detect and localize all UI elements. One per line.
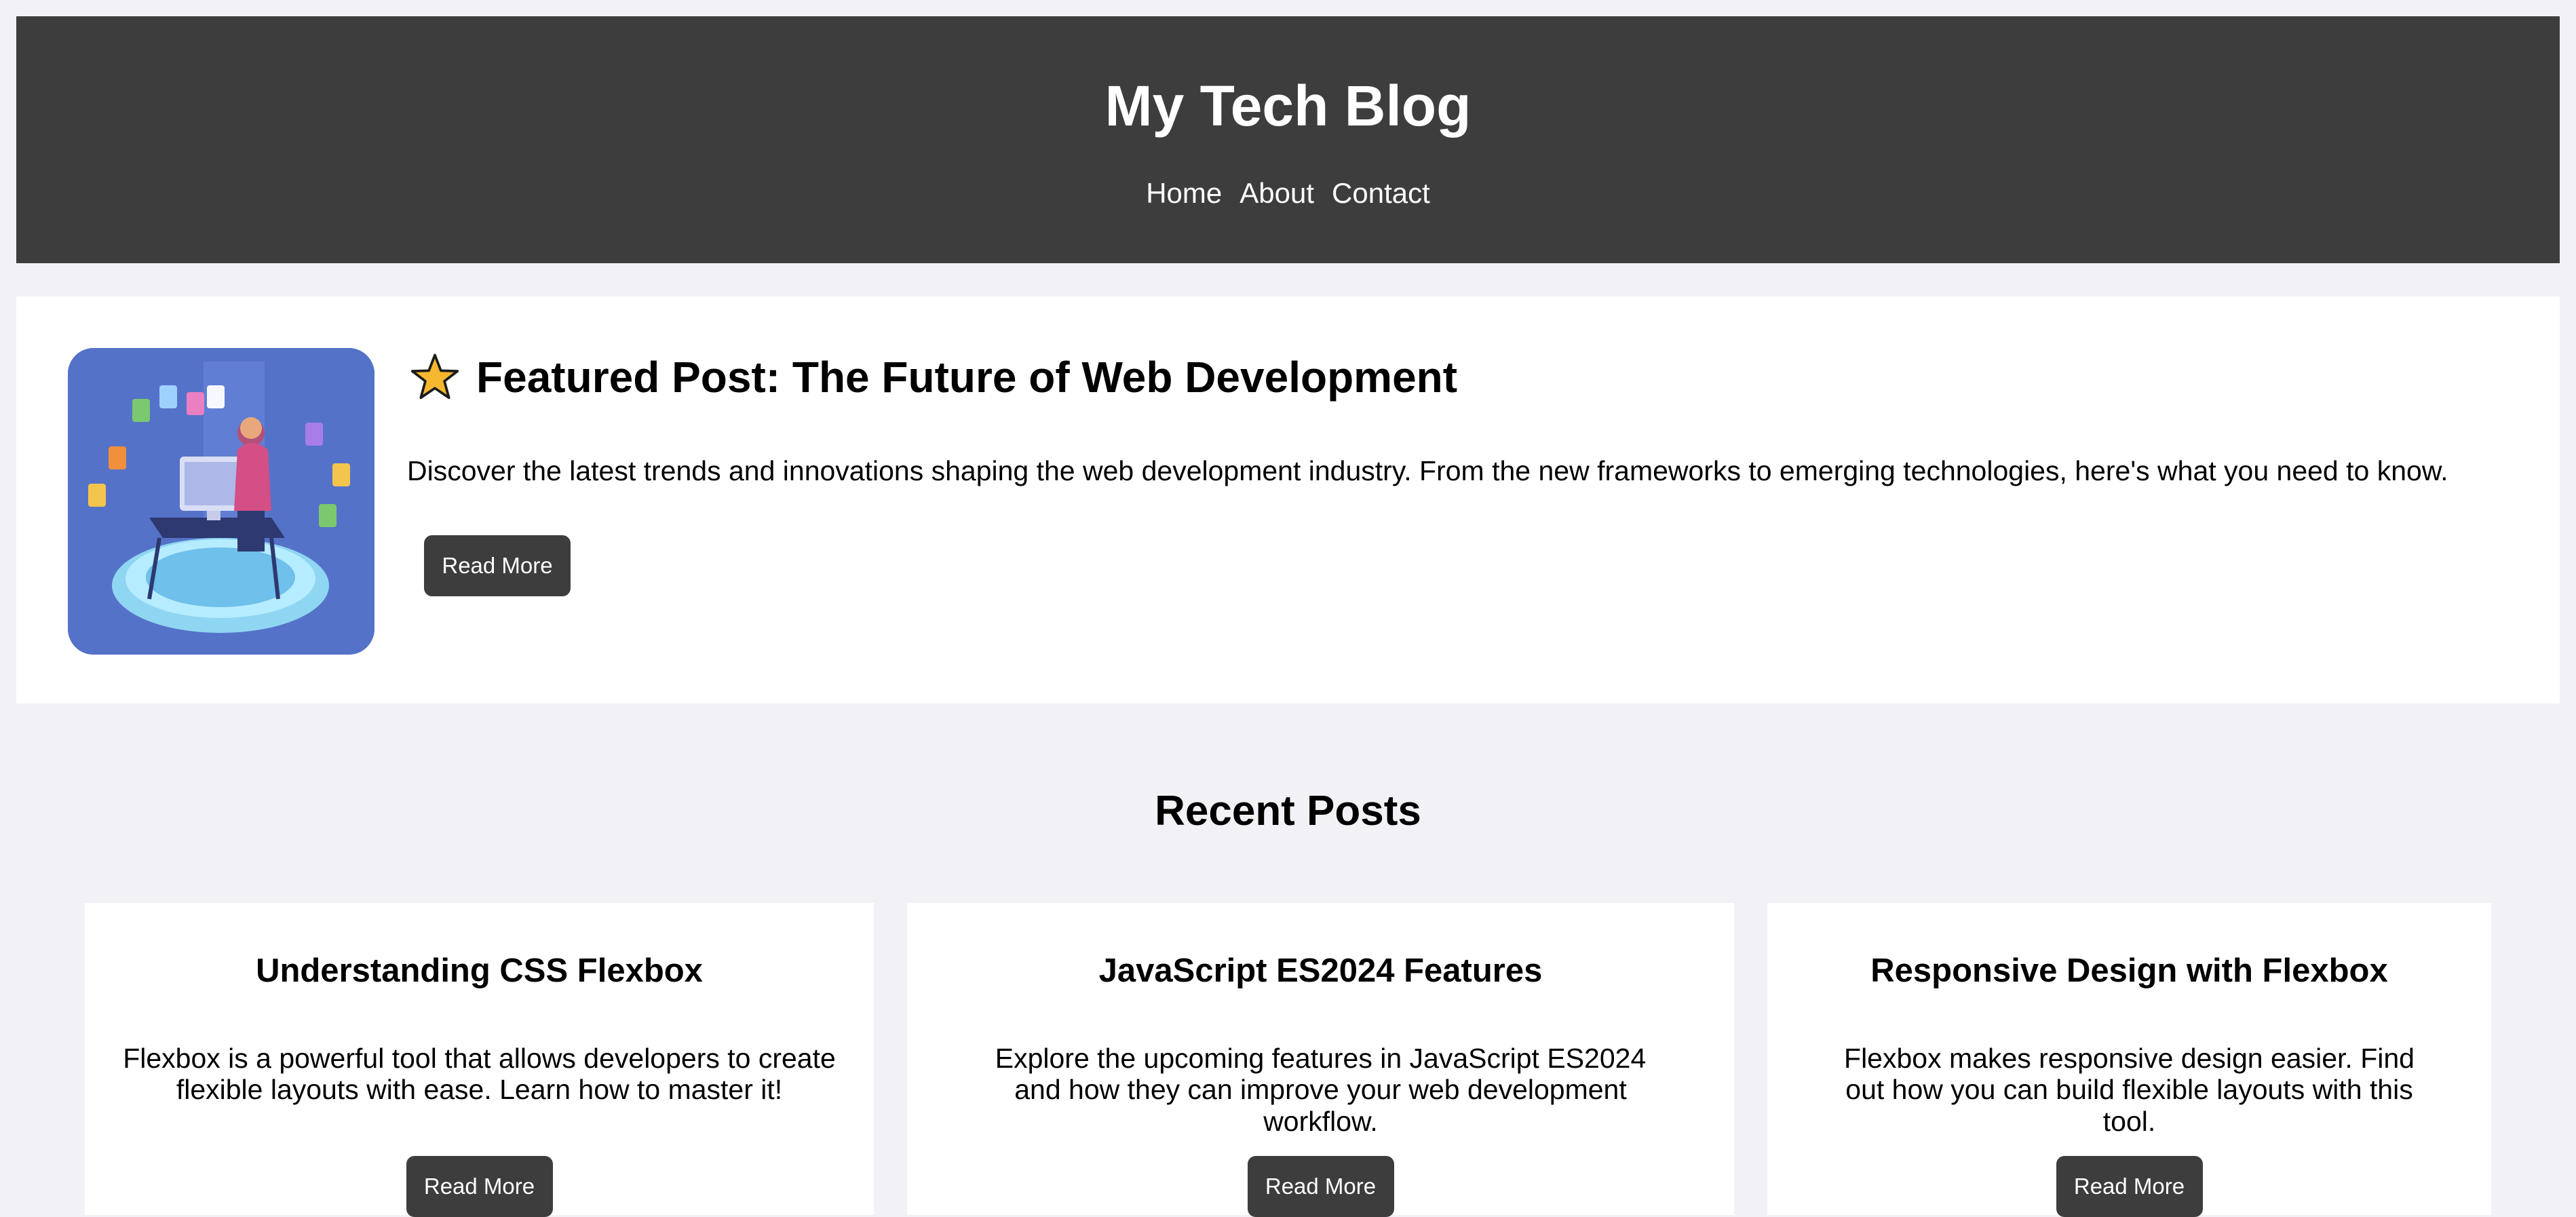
post-card-title: JavaScript ES2024 Features <box>1098 952 1543 989</box>
developer-illustration <box>68 348 374 655</box>
featured-post-image <box>68 348 374 655</box>
featured-post-description: Discover the latest trends and innovatio… <box>407 455 2448 486</box>
post-card-read-more-button[interactable]: Read More <box>406 1156 553 1217</box>
site-title: My Tech Blog <box>1104 74 1472 138</box>
recent-posts-heading: Recent Posts <box>1155 788 1421 834</box>
post-card-description: Explore the upcoming features in JavaScr… <box>995 1043 1647 1137</box>
featured-post-title: Featured Post: The Future of Web Develop… <box>476 353 1458 402</box>
post-card: Responsive Design with Flexbox Flexbox m… <box>1767 903 2491 1217</box>
post-card: JavaScript ES2024 Features Explore the u… <box>907 903 1734 1217</box>
featured-title-row: Featured Post: The Future of Web Develop… <box>410 352 1457 402</box>
star-icon <box>410 353 459 400</box>
post-card: Understanding CSS Flexbox Flexbox is a p… <box>85 903 874 1217</box>
featured-read-more-button[interactable]: Read More <box>424 535 571 596</box>
post-card-description: Flexbox is a powerful tool that allows d… <box>123 1043 836 1106</box>
post-card-title: Responsive Design with Flexbox <box>1870 952 2388 989</box>
post-card-read-more-button[interactable]: Read More <box>2056 1156 2203 1217</box>
post-card-description: Flexbox makes responsive design easier. … <box>1844 1043 2415 1137</box>
post-card-title: Understanding CSS Flexbox <box>256 952 703 989</box>
nav-link-home[interactable]: Home <box>1146 179 1222 208</box>
nav-link-about[interactable]: About <box>1239 179 1314 208</box>
site-header: My Tech Blog Home About Contact <box>16 16 2560 263</box>
post-card-read-more-button[interactable]: Read More <box>1247 1156 1394 1217</box>
featured-post: Featured Post: The Future of Web Develop… <box>16 296 2560 703</box>
nav-link-contact[interactable]: Contact <box>1332 179 1430 208</box>
main-nav: Home About Contact <box>16 179 2560 208</box>
